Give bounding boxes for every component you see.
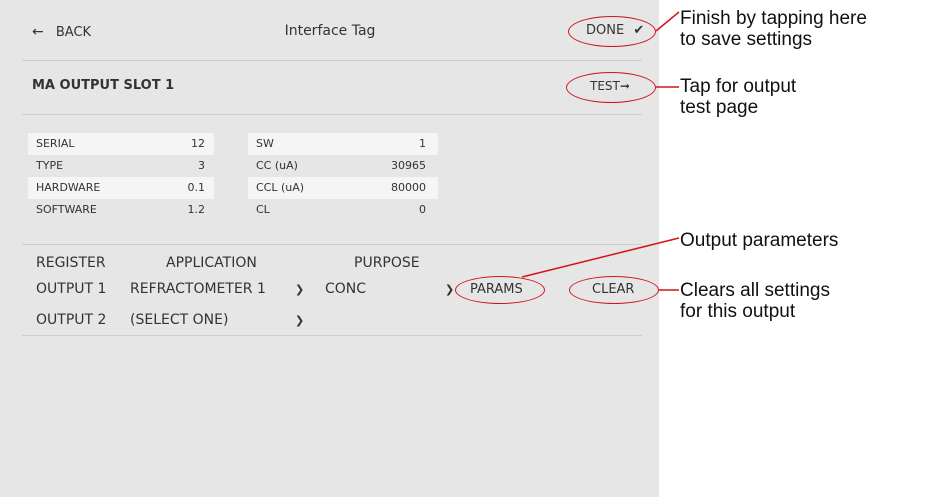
clear-annotation: Clears all settings for this output — [680, 280, 830, 322]
annotation-line: to save settings — [680, 29, 813, 50]
done-annotation: Finish by tapping here to save settings — [680, 8, 867, 50]
annotation-line: for this output — [680, 301, 796, 322]
annotation-line: Finish by tapping here — [680, 8, 867, 29]
annotation-line: test page — [680, 97, 759, 118]
params-annotation: Output parameters — [680, 230, 838, 251]
test-annotation: Tap for output test page — [680, 76, 796, 118]
annotation-line: Output parameters — [680, 230, 839, 251]
annotation-line: Clears all settings — [680, 280, 830, 301]
annotation-line: Tap for output — [680, 76, 797, 97]
